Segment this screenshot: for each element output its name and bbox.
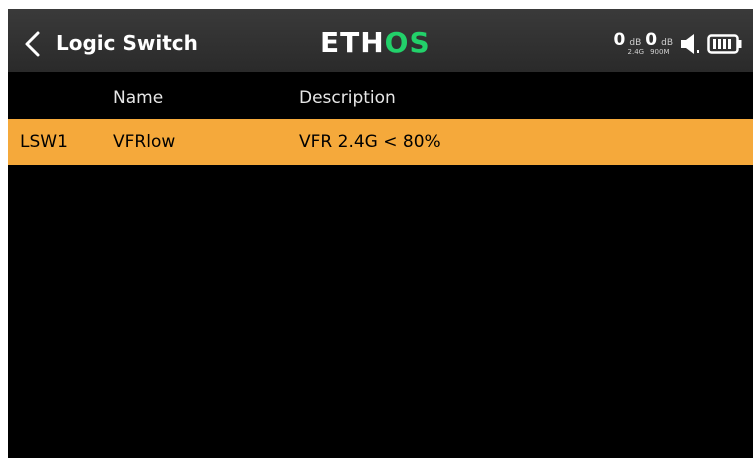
screen: Logic Switch ETHOS 0 dB 0 dB 2.4G 900M N…	[8, 9, 753, 458]
row-description: VFR 2.4G < 80%	[299, 132, 441, 152]
page-title: Logic Switch	[56, 31, 198, 55]
row-name: VFRlow	[113, 132, 176, 152]
row-id: LSW1	[20, 132, 68, 152]
rf1-label: 2.4G	[627, 48, 645, 56]
column-header-name: Name	[113, 88, 164, 108]
rf-status: 0 dB 0 dB 2.4G 900M	[613, 30, 673, 57]
rf2-unit: dB	[661, 38, 673, 48]
back-button[interactable]	[16, 27, 50, 61]
rf1-value: 0	[613, 30, 626, 50]
ethos-logo: ETHOS	[320, 26, 431, 59]
chevron-left-icon	[25, 31, 40, 57]
logo-main-text: ETH	[320, 26, 385, 59]
column-header-description: Description	[299, 88, 396, 108]
table-row[interactable]: LSW1 VFRlow VFR 2.4G < 80%	[8, 119, 753, 165]
status-area: 0 dB 0 dB 2.4G 900M	[614, 27, 743, 61]
rf2-value: 0	[645, 30, 658, 50]
rf2-label: 900M	[650, 48, 670, 56]
battery-icon	[707, 34, 742, 54]
volume-icon[interactable]	[679, 32, 701, 56]
rf1-unit: dB	[629, 38, 642, 48]
logo-accent-text: OS	[384, 26, 431, 59]
top-bar: Logic Switch ETHOS 0 dB 0 dB 2.4G 900M	[8, 9, 753, 72]
table-header: Name Description	[8, 84, 753, 114]
